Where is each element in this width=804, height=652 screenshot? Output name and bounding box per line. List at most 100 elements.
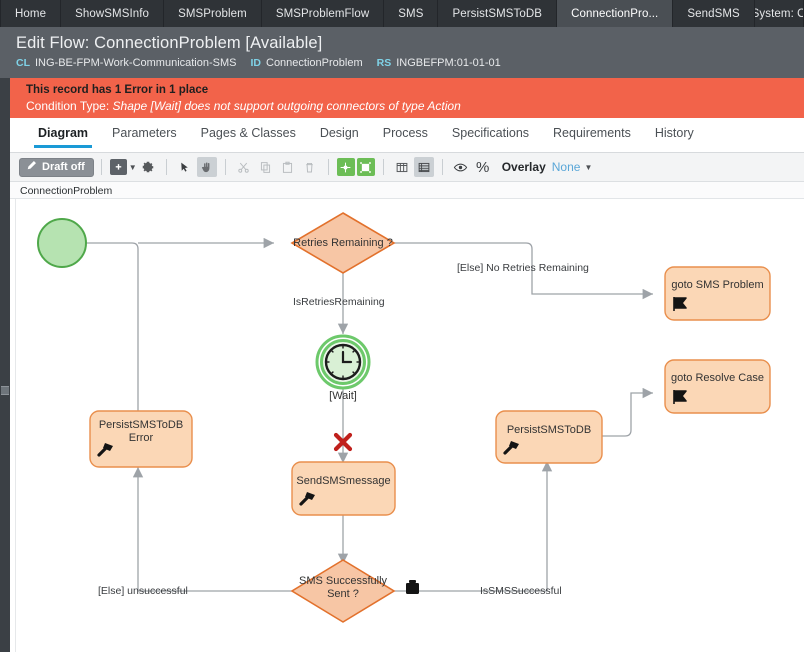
pega-flow-editor-window: Home ShowSMSInfo SMSProblem SMSProblemFl… [0,0,804,652]
gear-icon[interactable] [138,157,158,177]
tab-history[interactable]: History [643,118,706,147]
tab-label: History [654,126,694,140]
draft-toggle-label: Draft off [42,161,85,173]
columns-layout-icon[interactable] [392,157,412,177]
scissors-icon[interactable] [234,157,254,177]
auto-arrange-icon[interactable] [356,158,375,176]
tab-label: Process [382,126,428,140]
record-tab-strip: Diagram Parameters Pages & Classes Desig… [10,118,804,153]
window-tab-persistsmstodb[interactable]: PersistSMSToDB [438,0,558,27]
rows-layout-icon[interactable] [413,157,434,177]
breadcrumb-label: ConnectionProblem [20,185,113,197]
edge-label-else-unsuccessful: [Else] unsuccessful [98,585,188,597]
add-shape-chevron-down-icon[interactable]: ▼ [129,163,137,172]
tab-label: Requirements [553,126,631,140]
overlay-chevron-down-icon[interactable]: ▼ [584,163,592,172]
diagram-toolbar: Draft off ▼ % Overlay None ▼ [10,153,804,182]
flow-diagram-canvas[interactable]: Retries Remaining ? goto SMS Problem [Wa… [10,199,804,652]
window-tab-label: System: O [754,7,804,20]
page-title: Edit Flow: ConnectionProblem [Available] [16,34,323,52]
window-tab-connectionproblem[interactable]: ConnectionPro... [557,0,674,27]
tab-diagram[interactable]: Diagram [26,118,100,148]
percent-zoom-icon[interactable]: % [473,157,493,177]
toolbar-divider [327,159,329,175]
persist-smstodb-error-shape [89,410,193,468]
wait-event-shape [315,334,371,390]
tab-label: Diagram [38,126,89,140]
window-tab-label: PersistSMSToDB [452,7,543,20]
window-tab-label: SMSProblem [178,7,247,20]
window-tab-bar: Home ShowSMSInfo SMSProblem SMSProblemFl… [0,0,804,27]
ruleset-value: INGBEFPM:01-01-01 [396,57,501,69]
panel-resize-handle[interactable] [1,386,9,395]
error-detail-message: Shape [Wait] does not support outgoing c… [112,99,461,113]
toolbar-divider [224,159,226,175]
edge-label-is-retries-remaining: IsRetriesRemaining [293,296,385,308]
tab-label: Pages & Classes [200,126,296,140]
tab-requirements[interactable]: Requirements [541,118,643,147]
window-tab-home[interactable]: Home [0,0,62,27]
id-value: ConnectionProblem [266,57,363,69]
goto-sms-problem-shape [664,266,771,321]
decision-retries-shape [290,212,396,274]
id-key-label: ID [250,57,262,69]
overlay-value[interactable]: None [552,160,581,174]
error-headline: This record has 1 Error in 1 place [26,84,209,96]
error-detail-prefix: Condition Type: [26,99,110,113]
tab-parameters[interactable]: Parameters [100,118,189,147]
window-tab-smsproblemflow[interactable]: SMSProblemFlow [261,0,385,27]
flow-diagram-content: Retries Remaining ? goto SMS Problem [Wa… [10,199,804,652]
pencil-icon [26,160,37,174]
tab-label: Parameters [112,126,177,140]
class-value: ING-BE-FPM-Work-Communication-SMS [35,57,237,69]
hand-pan-icon[interactable] [196,157,217,177]
left-gutter [0,78,10,652]
tab-process[interactable]: Process [371,118,440,147]
tab-label: Design [319,126,359,140]
window-tab-system[interactable]: System: O [754,0,804,27]
error-detail: Condition Type: Shape [Wait] does not su… [26,98,804,115]
goto-resolve-case-shape [664,359,771,414]
pointer-icon[interactable] [175,157,195,177]
toolbar-divider [382,159,384,175]
edge-label-is-sms-successful: IsSMSSuccessful [480,585,562,597]
error-banner: This record has 1 Error in 1 place Condi… [10,78,804,118]
case-briefcase-icon [406,580,419,594]
window-tab-label: SendSMS [687,7,740,20]
window-tab-smsproblem[interactable]: SMSProblem [164,0,262,27]
window-tab-label: Home [15,7,47,20]
tab-design[interactable]: Design [308,118,371,147]
record-meta: CL ING-BE-FPM-Work-Communication-SMS ID … [16,57,804,69]
toolbar-divider [165,159,167,175]
edge-label-no-retries-remaining: [Else] No Retries Remaining [457,262,589,274]
window-tab-showsmsinfo[interactable]: ShowSMSInfo [61,0,165,27]
trash-icon[interactable] [300,157,320,177]
toolbar-divider [100,159,102,175]
window-tab-label: SMS [398,7,424,20]
tab-label: Specifications [451,126,530,140]
window-tab-sendsms[interactable]: SendSMS [673,0,755,27]
add-shape-icon[interactable] [109,159,127,175]
copy-icon[interactable] [256,157,276,177]
window-tab-label: ConnectionPro... [571,7,659,20]
window-tab-label: ShowSMSInfo [75,7,150,20]
send-sms-message-shape [291,461,396,516]
tab-specifications[interactable]: Specifications [440,118,541,147]
snap-to-grid-icon[interactable] [336,158,355,176]
edge-start-to-persist-error [84,242,139,429]
tab-pages-and-classes[interactable]: Pages & Classes [189,118,308,147]
eye-icon[interactable] [451,157,471,177]
decision-sms-successful-shape [290,559,396,623]
breadcrumb: ConnectionProblem [10,182,804,199]
class-key-label: CL [16,57,30,69]
edge-persist-to-goto-resolve [602,387,653,437]
ruleset-key-label: RS [376,57,392,69]
start-event-shape [37,218,87,268]
paste-icon[interactable] [278,157,298,177]
window-tab-label: SMSProblemFlow [275,7,370,20]
persist-smstodb-shape [495,410,603,464]
overlay-label: Overlay [501,160,546,174]
draft-toggle-button[interactable]: Draft off [19,157,94,177]
window-tab-sms[interactable]: SMS [384,0,439,27]
record-header: Edit Flow: ConnectionProblem [Available]… [0,27,804,78]
